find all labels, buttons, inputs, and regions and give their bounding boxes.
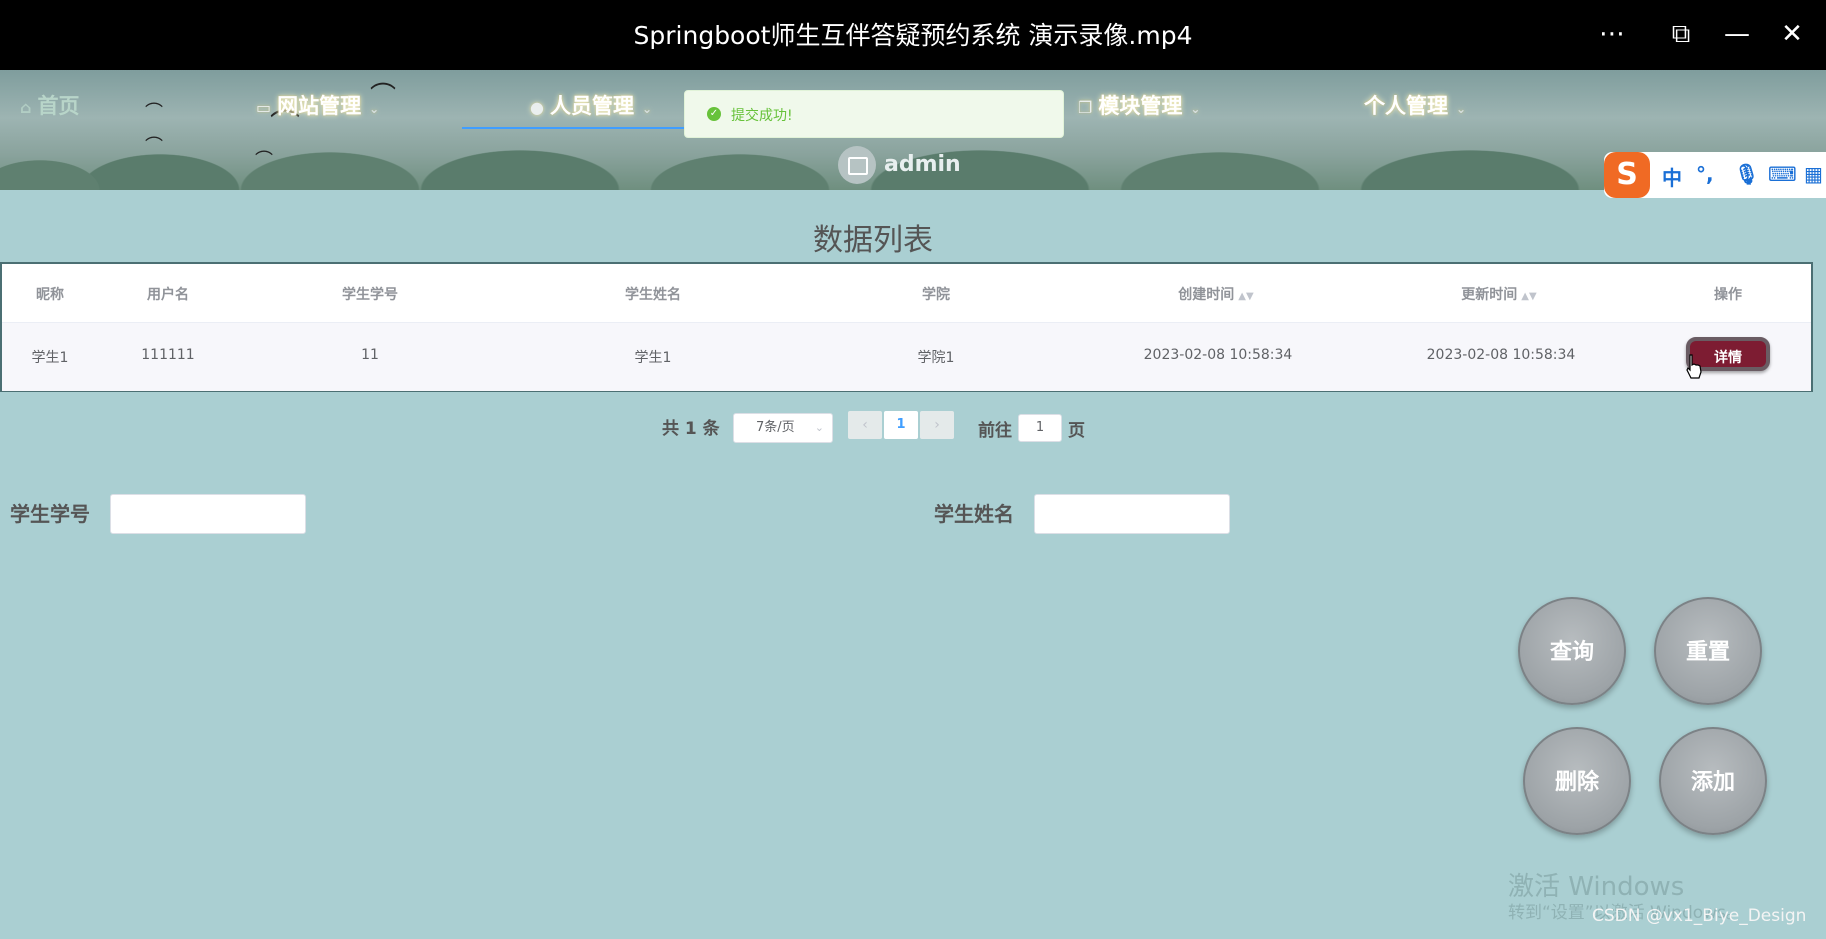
add-button[interactable]: 添加 [1659,727,1767,835]
student-name-input[interactable] [1034,494,1230,534]
toast-message: 提交成功! [731,108,793,124]
nav-personal-admin-label: 个人管理 [1364,94,1448,118]
monitor-icon: ▭ [256,98,272,117]
ime-mode-chinese[interactable]: 中 [1662,162,1682,191]
student-no-label: 学生学号 [10,502,90,526]
chevron-down-icon: ⌄ [369,102,380,116]
bird-icon: ⌒ [145,136,163,157]
chevron-down-icon: ⌄ [1190,102,1201,116]
page-size-select[interactable]: 7条/页 ⌄ [733,413,833,443]
nav-module-admin[interactable]: ❐ 模块管理 ⌄ [1078,88,1200,124]
delete-button[interactable]: 删除 [1523,727,1631,835]
nav-site-admin-label: 网站管理 [277,94,362,118]
close-icon[interactable]: ✕ [1772,14,1812,54]
keyboard-icon[interactable]: ⌨ [1768,162,1797,186]
query-button[interactable]: 查询 [1518,597,1626,705]
prev-page-button[interactable]: ‹ [848,411,882,439]
cell-student-no: 11 [361,347,379,363]
student-no-input[interactable] [110,494,306,534]
username: admin [884,152,961,177]
user-icon: ● [530,98,544,117]
cell-created: 2023-02-08 10:58:34 [1143,347,1293,363]
column-header: 操作 [1714,287,1742,303]
mic-icon[interactable]: 🎙 [1734,162,1759,186]
ime-toolbar[interactable]: S 中 °, 🎙 ⌨ ▦ [1604,152,1826,198]
chevron-down-icon: ⌄ [1456,102,1467,116]
avatar [838,146,876,184]
page-title: 数据列表 [813,223,933,258]
column-header-label: 更新时间 [1461,287,1518,303]
data-table: 昵称 用户名 学生学号 学生姓名 学院 创建时间 ▲▼ 更新时间 ▲▼ 操作 学生1… [0,262,1813,392]
nav-people-admin[interactable]: ● 人员管理 ⌄ [530,88,652,124]
chevron-down-icon: ⌄ [814,421,824,434]
cell-college: 学院1 [917,350,955,366]
nav-home[interactable]: ⌂ 首页 [20,88,79,124]
column-header: 学生姓名 [625,287,681,303]
student-name-label: 学生姓名 [934,502,1014,526]
sort-icon[interactable]: ▲▼ [1238,291,1253,302]
more-icon[interactable]: ⋯ [1592,14,1632,54]
bird-icon: ⌒ [255,150,273,171]
column-header: 学生学号 [342,287,398,303]
minimize-icon[interactable]: — [1717,14,1757,54]
nav-module-admin-label: 模块管理 [1098,94,1183,118]
column-header: 用户名 [147,287,189,303]
next-page-button[interactable]: › [920,411,954,439]
goto-label: 前往 [978,421,1012,441]
column-header-label: 创建时间 [1178,287,1235,303]
nav-personal-admin[interactable]: 个人管理 ⌄ [1364,88,1466,124]
cell-nickname: 学生1 [31,350,69,366]
video-title: Springboot师生互伴答疑预约系统 演示录像.mp4 [633,21,1193,50]
column-header-sortable[interactable]: 更新时间 ▲▼ [1461,284,1536,304]
copy-icon: ❐ [1078,98,1093,117]
column-header: 学院 [922,287,950,303]
player-titlebar: Springboot师生互伴答疑预约系统 演示录像.mp4 ⋯ ⧉ — ✕ [0,0,1826,70]
pip-icon[interactable]: ⧉ [1661,14,1701,54]
nav-site-admin[interactable]: ▭ 网站管理 ⌄ [256,88,379,124]
check-circle-icon: ✓ [707,107,721,121]
reset-button[interactable]: 重置 [1654,597,1762,705]
sort-icon[interactable]: ▲▼ [1521,291,1536,302]
csdn-watermark: CSDN @vx1_Biye_Design [1592,906,1807,926]
table-row: 学生1 111111 11 学生1 学院1 2023-02-08 10:58:3… [2,323,1811,391]
column-header: 昵称 [36,287,64,303]
chevron-down-icon: ⌄ [641,102,653,116]
ime-punctuation[interactable]: °, [1696,162,1714,186]
success-toast: ✓ 提交成功! [684,90,1064,138]
grid-icon[interactable]: ▦ [1804,162,1823,186]
page-number[interactable]: 1 [884,411,918,439]
nav-home-label: 首页 [37,94,80,118]
cell-updated: 2023-02-08 10:58:34 [1426,347,1576,363]
pagination-total: 共 1 条 [662,419,720,439]
sogou-logo-icon[interactable]: S [1604,152,1650,198]
cell-username: 111111 [141,347,195,363]
home-icon: ⌂ [20,98,32,117]
page-size-value: 7条/页 [756,420,795,435]
goto-page-input[interactable]: 1 [1018,414,1062,442]
page-suffix: 页 [1068,421,1085,441]
user-menu[interactable]: admin [838,145,961,185]
nav-people-admin-label: 人员管理 [549,94,634,118]
cell-student-name: 学生1 [634,350,672,366]
bird-icon: ⌒ [145,102,163,123]
active-tab-indicator [462,127,684,129]
column-header-sortable[interactable]: 创建时间 ▲▼ [1178,284,1253,304]
table-header: 昵称 用户名 学生学号 学生姓名 学院 创建时间 ▲▼ 更新时间 ▲▼ 操作 [2,264,1811,323]
